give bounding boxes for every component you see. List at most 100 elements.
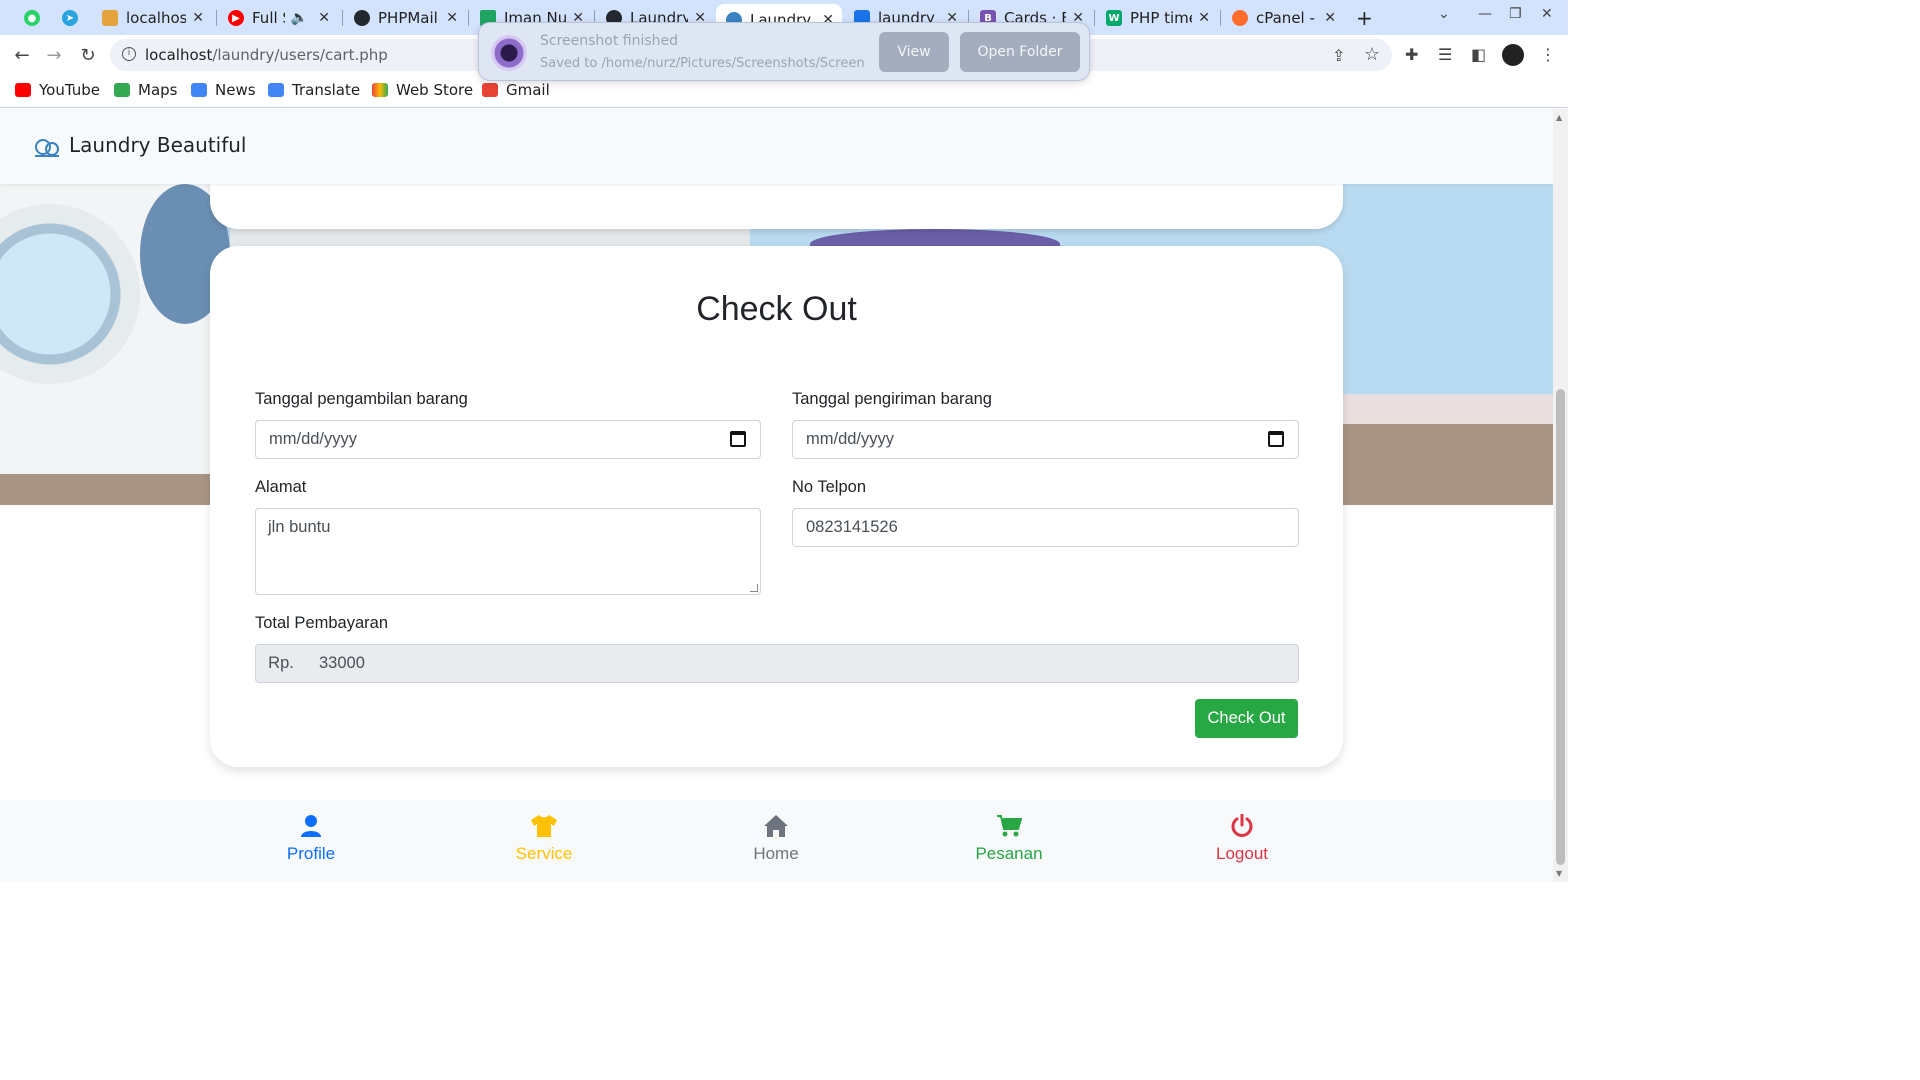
home-icon — [764, 815, 788, 837]
nav-logout[interactable]: Logout — [1182, 814, 1302, 864]
nav-pesanan[interactable]: Pesanan — [949, 814, 1069, 864]
page-scrollbar[interactable]: ▲ ▼ — [1553, 109, 1568, 882]
delivery-date-placeholder: mm/dd/yyyy — [806, 430, 895, 448]
checkout-card: Check Out Tanggal pengambilan barang mm/… — [210, 246, 1343, 767]
speaker-icon[interactable]: 🔈 — [291, 10, 308, 26]
youtube-icon — [15, 83, 31, 97]
news-icon — [191, 83, 207, 97]
side-panel-icon[interactable]: ◧ — [1471, 45, 1486, 64]
close-icon[interactable]: ✕ — [318, 10, 330, 26]
checkout-button[interactable]: Check Out — [1195, 699, 1298, 738]
bookmark-label: Maps — [138, 81, 178, 99]
tab-title: localhost — [126, 9, 187, 27]
power-icon — [1231, 814, 1253, 837]
share-icon[interactable]: ⇪ — [1332, 46, 1345, 65]
scroll-up-icon[interactable]: ▲ — [1556, 113, 1562, 122]
bookmark-label: Gmail — [506, 81, 550, 99]
resize-handle-icon[interactable] — [750, 584, 758, 592]
scrollbar-thumb[interactable] — [1556, 389, 1565, 865]
tab-title: PHPMail — [378, 9, 438, 27]
cpanel-icon — [1232, 10, 1248, 26]
tab-cpanel[interactable]: cPanel - ✕ — [1222, 3, 1344, 33]
site-navbar: Laundry Beautiful — [0, 109, 1553, 184]
gmail-icon — [482, 83, 498, 97]
phone-label: No Telpon — [792, 478, 867, 496]
restore-icon[interactable]: ❐ — [1509, 6, 1522, 22]
extensions-icon[interactable]: ✚ — [1405, 45, 1418, 64]
tab-title: Full S — [252, 9, 285, 27]
tab-whatsapp[interactable]: ● — [14, 3, 48, 33]
youtube-icon: ▶ — [228, 10, 244, 26]
nav-home[interactable]: Home — [716, 814, 836, 864]
whatsapp-icon: ● — [24, 10, 40, 26]
address-label: Alamat — [255, 478, 307, 496]
view-button[interactable]: View — [879, 32, 949, 72]
delivery-date-input[interactable]: mm/dd/yyyy — [792, 420, 1299, 459]
close-icon[interactable]: ✕ — [1324, 10, 1336, 26]
tab-telegram[interactable]: ➤ — [52, 3, 86, 33]
close-icon[interactable]: ✕ — [446, 10, 458, 26]
avatar[interactable] — [1502, 44, 1524, 66]
menu-icon[interactable]: ⋮ — [1540, 45, 1556, 64]
calendar-icon[interactable] — [1268, 431, 1284, 447]
total-label: Total Pembayaran — [255, 614, 388, 632]
window-close-icon[interactable]: ✕ — [1541, 6, 1553, 22]
info-icon[interactable]: i — [122, 47, 136, 61]
star-icon[interactable]: ☆ — [1364, 44, 1380, 65]
nav-label: Pesanan — [975, 844, 1043, 863]
tab-localhost[interactable]: localhost ✕ — [92, 3, 212, 33]
phone-input[interactable]: 0823141526 — [792, 508, 1299, 547]
delivery-date-label: Tanggal pengiriman barang — [792, 390, 992, 408]
reading-list-icon[interactable]: ☰ — [1438, 45, 1452, 64]
tab-search-icon[interactable]: ⌄ — [1438, 6, 1450, 22]
back-icon[interactable]: ← — [10, 43, 34, 67]
screenshot-notification: Screenshot finished Saved to /home/nurz/… — [478, 22, 1090, 81]
nav-profile[interactable]: Profile — [251, 814, 371, 864]
bookmark-label: News — [215, 81, 256, 99]
pickup-date-input[interactable]: mm/dd/yyyy — [255, 420, 761, 459]
bookmark-web-store[interactable]: Web Store — [372, 81, 473, 99]
bookmark-label: YouTube — [39, 81, 100, 99]
bookmark-news[interactable]: News — [191, 81, 256, 99]
phone-value: 0823141526 — [806, 518, 898, 536]
close-icon[interactable]: ✕ — [1198, 10, 1210, 26]
nav-label: Profile — [286, 844, 336, 863]
close-icon[interactable]: ✕ — [192, 10, 204, 26]
new-tab-icon[interactable]: + — [1356, 6, 1373, 30]
tab-php-time[interactable]: W PHP time ✕ — [1096, 3, 1218, 33]
minimize-icon[interactable]: — — [1478, 6, 1492, 22]
total-payment-field: 33000 — [306, 644, 1299, 683]
address-textarea[interactable]: jln buntu — [255, 508, 761, 595]
open-folder-button[interactable]: Open Folder — [960, 32, 1080, 72]
url-text[interactable]: localhost/laundry/users/cart.php — [145, 46, 388, 64]
nav-service[interactable]: Service — [484, 814, 604, 864]
nav-label: Service — [515, 844, 573, 863]
forward-icon[interactable]: → — [42, 43, 66, 67]
notification-title: Screenshot finished — [540, 33, 679, 49]
brand-name[interactable]: Laundry Beautiful — [69, 133, 247, 157]
calendar-icon[interactable] — [730, 431, 746, 447]
scroll-down-icon[interactable]: ▼ — [1556, 869, 1562, 878]
web-store-icon — [372, 83, 388, 97]
cart-icon — [997, 815, 1022, 837]
pickup-date-label: Tanggal pengambilan barang — [255, 390, 468, 408]
tab-phpmailer[interactable]: PHPMail ✕ — [344, 3, 466, 33]
nav-label: Logout — [1216, 844, 1268, 863]
bookmark-youtube[interactable]: YouTube — [15, 81, 100, 99]
bookmark-gmail[interactable]: Gmail — [482, 81, 550, 99]
nav-label: Home — [753, 844, 799, 863]
github-icon — [354, 10, 370, 26]
w3-icon: W — [1106, 10, 1122, 26]
bookmark-maps[interactable]: Maps — [114, 81, 177, 99]
reload-icon[interactable]: ↻ — [76, 43, 100, 67]
bookmark-translate[interactable]: Translate — [268, 81, 360, 99]
tab-youtube[interactable]: ▶ Full S 🔈 ✕ — [218, 3, 338, 33]
pickup-date-placeholder: mm/dd/yyyy — [269, 430, 358, 448]
page-viewport: Laundry Beautiful Check Out Tanggal peng… — [0, 109, 1553, 882]
tshirt-icon — [531, 815, 557, 837]
camera-icon — [491, 35, 527, 71]
tab-separator — [216, 10, 217, 26]
telegram-icon: ➤ — [62, 10, 78, 26]
total-payment-value: 33000 — [319, 654, 365, 672]
translate-icon — [268, 83, 284, 97]
